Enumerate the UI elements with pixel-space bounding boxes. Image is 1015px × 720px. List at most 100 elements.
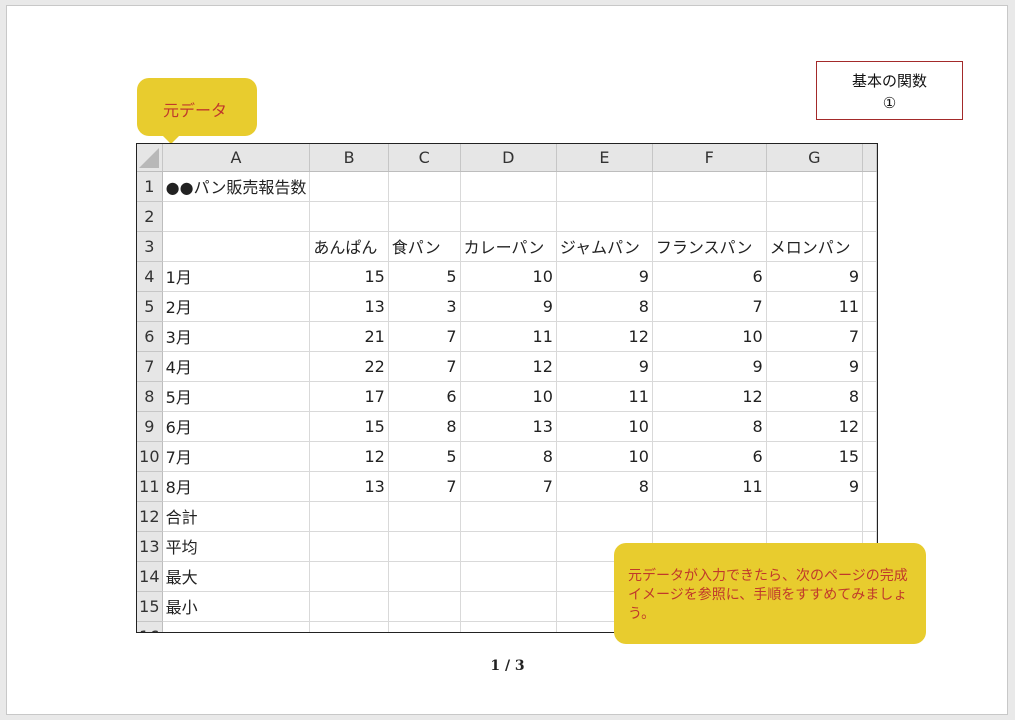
row-header: 3 <box>137 231 163 262</box>
row-header: 15 <box>137 591 163 622</box>
table-cell-partial <box>862 471 877 502</box>
title-box: 基本の関数 ① <box>816 61 963 120</box>
table-row: 1 ●●パン販売報告数 <box>137 171 877 202</box>
table-row: 2 <box>137 201 877 232</box>
table-cell <box>388 201 461 232</box>
table-cell: 7月 <box>162 441 311 472</box>
row-header: 5 <box>137 291 163 322</box>
table-cell <box>388 561 461 592</box>
table-cell <box>460 201 557 232</box>
table-cell <box>556 171 653 202</box>
table-cell: 11 <box>652 471 767 502</box>
table-cell: 6月 <box>162 411 311 442</box>
table-cell <box>556 201 653 232</box>
table-cell: 9 <box>766 351 864 382</box>
row-header: 12 <box>137 501 163 532</box>
row-header: 7 <box>137 351 163 382</box>
callout-instruction-text: 元データが入力できたら、次のページの完成イメージを参照に、手順をすすめてみましょ… <box>628 568 908 622</box>
row-header: 11 <box>137 471 163 502</box>
table-cell: 8 <box>556 291 653 322</box>
table-cell: 12 <box>309 441 389 472</box>
table-cell: 7 <box>766 321 864 352</box>
table-cell: 最大 <box>162 561 311 592</box>
table-row: 9 6月 15 8 13 10 8 12 <box>137 411 877 442</box>
callout-original-data-text: 元データ <box>163 101 228 120</box>
table-cell: 13 <box>309 471 389 502</box>
table-cell <box>388 171 461 202</box>
table-cell: 10 <box>556 441 653 472</box>
table-cell-partial <box>862 291 877 322</box>
table-cell: あんぱん <box>309 231 389 262</box>
table-cell: 11 <box>766 291 864 322</box>
table-cell: 12 <box>460 351 557 382</box>
table-cell <box>309 621 389 632</box>
table-cell: 21 <box>309 321 389 352</box>
table-cell <box>388 621 461 632</box>
table-cell: 10 <box>556 411 653 442</box>
column-header: G <box>766 144 864 172</box>
table-cell <box>766 171 864 202</box>
table-cell: 5月 <box>162 381 311 412</box>
column-header-partial <box>862 144 877 172</box>
table-row: 4 1月 15 5 10 9 6 9 <box>137 261 877 292</box>
row-header: 13 <box>137 531 163 562</box>
table-cell: 6 <box>652 261 767 292</box>
table-cell <box>766 501 864 532</box>
table-cell: 8 <box>388 411 461 442</box>
select-all-corner <box>137 144 163 172</box>
table-cell-partial <box>862 351 877 382</box>
table-cell <box>388 591 461 622</box>
table-cell <box>556 501 653 532</box>
table-cell-partial <box>862 321 877 352</box>
table-cell: 9 <box>766 471 864 502</box>
table-cell-partial <box>862 171 877 202</box>
table-row: 11 8月 13 7 7 8 11 9 <box>137 471 877 502</box>
table-cell <box>766 201 864 232</box>
title-line-1: 基本の関数 <box>851 72 927 90</box>
table-cell: 12 <box>556 321 653 352</box>
table-cell <box>309 531 389 562</box>
table-cell <box>460 621 557 632</box>
table-cell: メロンパン <box>766 231 864 262</box>
column-header: B <box>309 144 389 172</box>
table-cell-partial <box>862 381 877 412</box>
table-cell <box>162 621 311 632</box>
title-line-2: ① <box>882 94 897 112</box>
table-cell: 3月 <box>162 321 311 352</box>
column-header: D <box>460 144 557 172</box>
table-cell: 10 <box>652 321 767 352</box>
table-row: 5 2月 13 3 9 8 7 11 <box>137 291 877 322</box>
table-cell <box>652 171 767 202</box>
table-cell: 11 <box>460 321 557 352</box>
table-cell <box>309 501 389 532</box>
table-cell <box>460 561 557 592</box>
table-cell: 4月 <box>162 351 311 382</box>
table-cell: 平均 <box>162 531 311 562</box>
column-header-row: ABCDEFG <box>137 144 877 172</box>
row-header: 10 <box>137 441 163 472</box>
table-cell <box>460 171 557 202</box>
table-cell: 8 <box>652 411 767 442</box>
table-cell <box>162 201 311 232</box>
table-cell <box>460 591 557 622</box>
table-cell: 9 <box>652 351 767 382</box>
table-cell: 7 <box>388 471 461 502</box>
table-cell: 7 <box>460 471 557 502</box>
table-cell: ジャムパン <box>556 231 653 262</box>
corner-triangle-icon <box>138 147 159 168</box>
table-cell-partial <box>862 201 877 232</box>
column-header: F <box>652 144 767 172</box>
table-cell <box>652 501 767 532</box>
table-cell <box>309 561 389 592</box>
row-header: 4 <box>137 261 163 292</box>
table-cell: 3 <box>388 291 461 322</box>
table-cell: 17 <box>309 381 389 412</box>
table-cell-partial <box>862 411 877 442</box>
table-cell: 8 <box>766 381 864 412</box>
table-cell: 13 <box>460 411 557 442</box>
table-cell <box>460 501 557 532</box>
table-cell: 9 <box>766 261 864 292</box>
table-cell: 2月 <box>162 291 311 322</box>
table-cell: 食パン <box>388 231 461 262</box>
table-cell: 12 <box>766 411 864 442</box>
